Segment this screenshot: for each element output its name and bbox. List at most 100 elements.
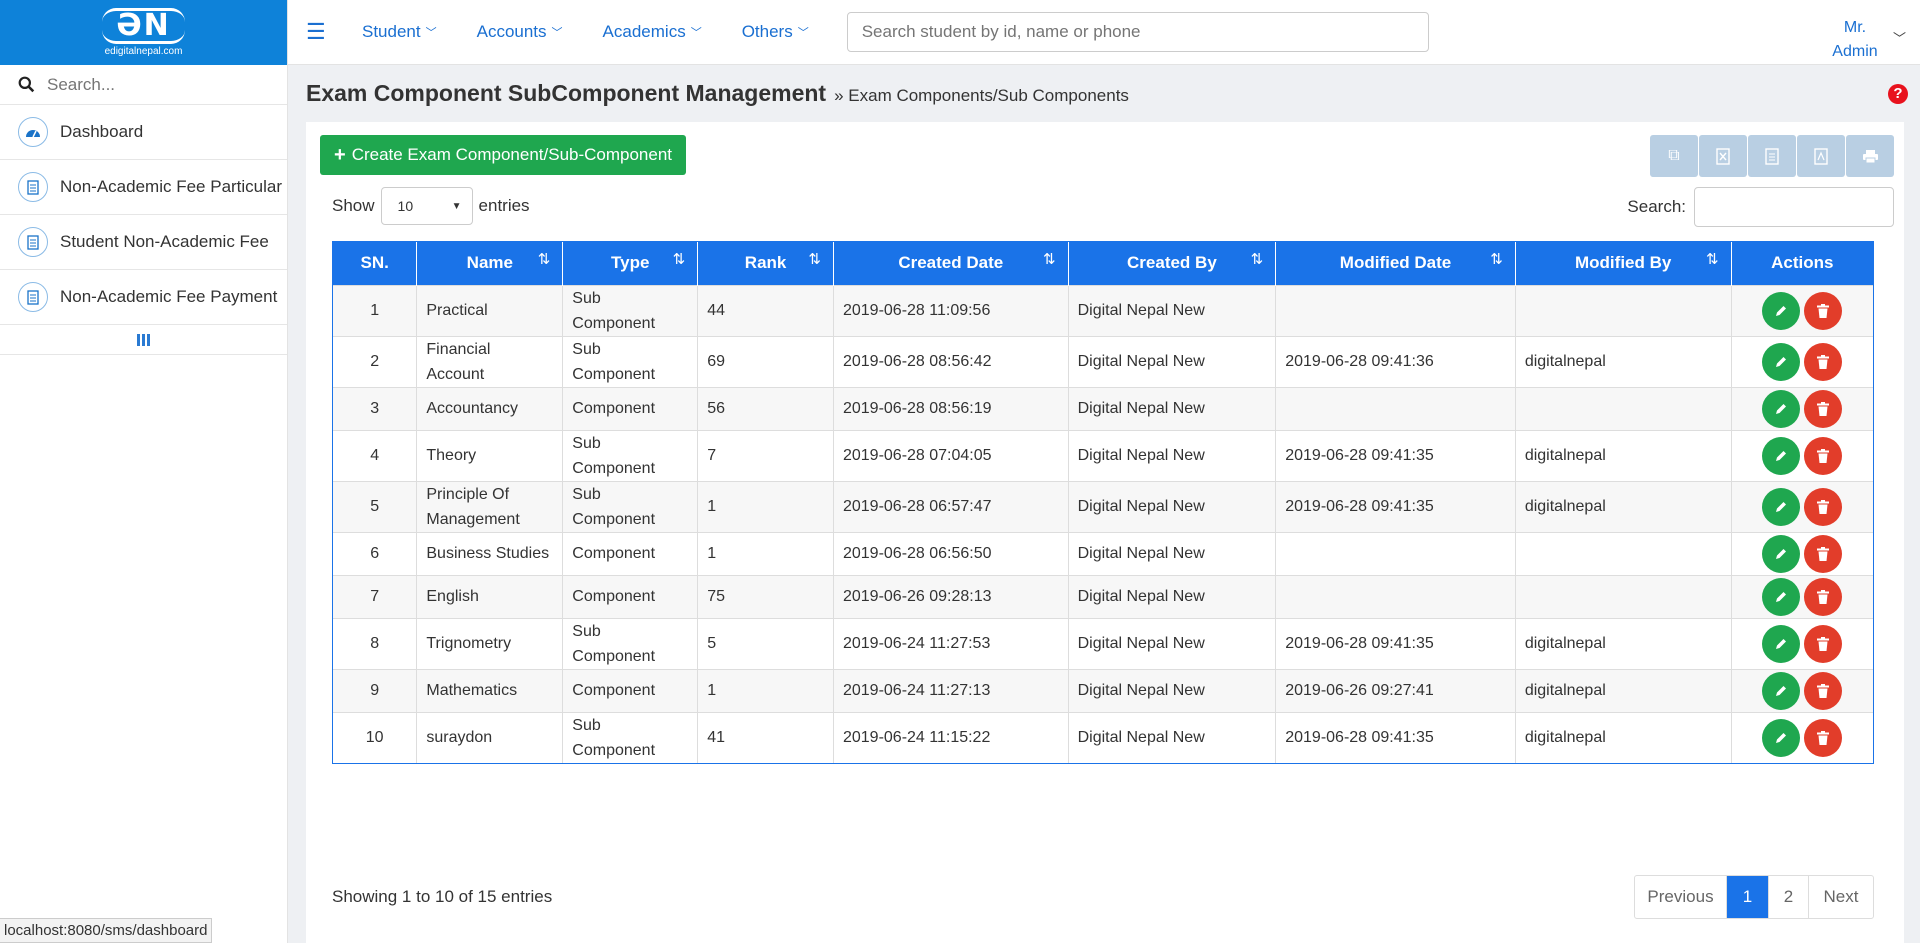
pencil-icon bbox=[1776, 403, 1787, 414]
delete-button[interactable] bbox=[1804, 718, 1843, 757]
bars-icon bbox=[137, 333, 150, 346]
user-avatar-alt[interactable]: Mr. Admin bbox=[1827, 16, 1883, 64]
next-page-button[interactable]: Next bbox=[1809, 876, 1873, 918]
page-button-1[interactable]: 1 bbox=[1727, 876, 1769, 918]
sidebar-search-input[interactable] bbox=[47, 74, 267, 95]
cell-created-by: Digital Nepal New bbox=[1068, 335, 1277, 387]
edit-button[interactable] bbox=[1762, 436, 1801, 475]
sidebar-item-student-non-academic-fee[interactable]: Student Non-Academic Fee bbox=[0, 215, 287, 270]
delete-button[interactable] bbox=[1804, 577, 1843, 616]
table-row: 4 Theory Sub Component 7 2019-06-28 07:04:05… bbox=[333, 429, 1873, 481]
delete-button[interactable] bbox=[1804, 671, 1843, 710]
edit-button[interactable] bbox=[1762, 624, 1801, 663]
edit-button[interactable] bbox=[1762, 671, 1801, 710]
menu-academics[interactable]: Academics ﹀ bbox=[603, 22, 702, 42]
header-type[interactable]: Type ⇅ bbox=[562, 242, 699, 285]
print-icon[interactable] bbox=[1846, 135, 1894, 177]
sort-icon[interactable]: ⇅ bbox=[1490, 250, 1503, 268]
sort-icon[interactable]: ⇅ bbox=[1706, 250, 1719, 268]
page-button-2[interactable]: 2 bbox=[1769, 876, 1809, 918]
sort-icon[interactable]: ⇅ bbox=[673, 250, 686, 268]
pencil-icon bbox=[1776, 732, 1787, 743]
sidebar-collapse-toggle[interactable] bbox=[0, 325, 287, 355]
edit-button[interactable] bbox=[1762, 389, 1801, 428]
cell-modified-date bbox=[1275, 386, 1516, 430]
brand-logo[interactable]: ƏN edigitalnepal.com bbox=[0, 0, 287, 65]
table-row: 5 Principle Of Management Sub Component 1 20… bbox=[333, 480, 1873, 532]
delete-button[interactable] bbox=[1804, 436, 1843, 475]
edit-button[interactable] bbox=[1762, 291, 1801, 330]
delete-button[interactable] bbox=[1804, 389, 1843, 428]
table-search: Search: bbox=[1627, 187, 1894, 227]
delete-button[interactable] bbox=[1804, 487, 1843, 526]
chevron-down-icon[interactable]: ﹀ bbox=[1893, 28, 1906, 47]
menu-student[interactable]: Student ﹀ bbox=[362, 22, 437, 42]
sidebar-item-non-academic-fee-payment[interactable]: Non-Academic Fee Payment bbox=[0, 270, 287, 325]
pencil-icon bbox=[1776, 638, 1787, 649]
header-created-date[interactable]: Created Date ⇅ bbox=[833, 242, 1069, 285]
table-row: 10 suraydon Sub Component 41 2019-06-24 11:1… bbox=[333, 711, 1873, 763]
cell-sn: 9 bbox=[333, 668, 418, 712]
page-length-select[interactable]: 10 ▼ bbox=[380, 187, 473, 225]
cell-name: Trignometry bbox=[416, 617, 564, 669]
pdf-icon[interactable] bbox=[1797, 135, 1845, 177]
cell-type-text: Sub Component bbox=[572, 434, 656, 477]
header-created-by[interactable]: Created By ⇅ bbox=[1068, 242, 1277, 285]
edit-button[interactable] bbox=[1762, 342, 1801, 381]
delete-button[interactable] bbox=[1804, 624, 1843, 663]
help-icon[interactable]: ? bbox=[1888, 84, 1908, 104]
sidebar-item-non-academic-fee-particular[interactable]: Non-Academic Fee Particular bbox=[0, 160, 287, 215]
plus-icon: + bbox=[334, 143, 346, 166]
table-search-input[interactable] bbox=[1694, 187, 1894, 227]
header-sn[interactable]: SN. bbox=[333, 242, 418, 285]
caret-down-icon: ▼ bbox=[451, 200, 462, 212]
cell-modified-date: 2019-06-28 09:41:35 bbox=[1275, 711, 1516, 763]
header-rank[interactable]: Rank ⇅ bbox=[697, 242, 834, 285]
header-modified-date[interactable]: Modified Date ⇅ bbox=[1275, 242, 1516, 285]
pencil-icon bbox=[1776, 685, 1787, 696]
user-menu[interactable]: Mr. Admin ﹀ bbox=[1827, 16, 1906, 64]
copy-icon[interactable]: ⧉ bbox=[1650, 135, 1698, 177]
sort-icon[interactable]: ⇅ bbox=[1251, 250, 1264, 268]
sort-icon[interactable]: ⇅ bbox=[1043, 250, 1056, 268]
document-icon bbox=[18, 227, 48, 257]
sort-icon[interactable]: ⇅ bbox=[808, 250, 821, 268]
csv-icon[interactable] bbox=[1748, 135, 1796, 177]
header-label: Rank bbox=[744, 253, 787, 273]
edit-button[interactable] bbox=[1762, 487, 1801, 526]
trash-icon bbox=[1817, 546, 1830, 561]
delete-button[interactable] bbox=[1804, 534, 1843, 573]
header-modified-by[interactable]: Modified By ⇅ bbox=[1515, 242, 1732, 285]
previous-page-button[interactable]: Previous bbox=[1635, 876, 1727, 918]
trash-icon bbox=[1817, 303, 1830, 318]
cell-modified-by bbox=[1515, 284, 1732, 336]
menu-others[interactable]: Others ﹀ bbox=[742, 22, 809, 42]
cell-rank: 44 bbox=[697, 284, 834, 336]
cell-actions bbox=[1731, 335, 1873, 387]
cell-created-date: 2019-06-28 06:57:47 bbox=[833, 480, 1069, 532]
cell-rank: 5 bbox=[697, 617, 834, 669]
menu-accounts[interactable]: Accounts ﹀ bbox=[477, 22, 563, 42]
edit-button[interactable] bbox=[1762, 718, 1801, 757]
trash-icon bbox=[1817, 730, 1830, 745]
create-component-button[interactable]: + Create Exam Component/Sub-Component bbox=[320, 135, 687, 175]
logo-mark: ƏN bbox=[102, 8, 185, 44]
cell-rank: 1 bbox=[697, 480, 834, 532]
student-search-input[interactable] bbox=[846, 12, 1429, 52]
delete-button[interactable] bbox=[1804, 342, 1843, 381]
cell-name-text: Financial Account bbox=[426, 340, 491, 383]
header-name[interactable]: Name ⇅ bbox=[416, 242, 564, 285]
entries-label: entries bbox=[478, 196, 530, 215]
cell-created-by: Digital Nepal New bbox=[1068, 284, 1277, 336]
cell-created-date: 2019-06-24 11:27:13 bbox=[833, 668, 1069, 712]
delete-button[interactable] bbox=[1804, 291, 1843, 330]
edit-button[interactable] bbox=[1762, 534, 1801, 573]
sidebar-item-dashboard[interactable]: Dashboard bbox=[0, 105, 287, 160]
cell-sn: 5 bbox=[333, 480, 418, 532]
table-row: 7 English Component 75 2019-06-26 09:28:13 Di… bbox=[333, 574, 1873, 618]
hamburger-menu-icon[interactable]: ☰ bbox=[306, 19, 342, 45]
excel-icon[interactable] bbox=[1699, 135, 1747, 177]
cell-type: Sub Component bbox=[562, 335, 699, 387]
sort-icon[interactable]: ⇅ bbox=[538, 250, 551, 268]
edit-button[interactable] bbox=[1762, 577, 1801, 616]
